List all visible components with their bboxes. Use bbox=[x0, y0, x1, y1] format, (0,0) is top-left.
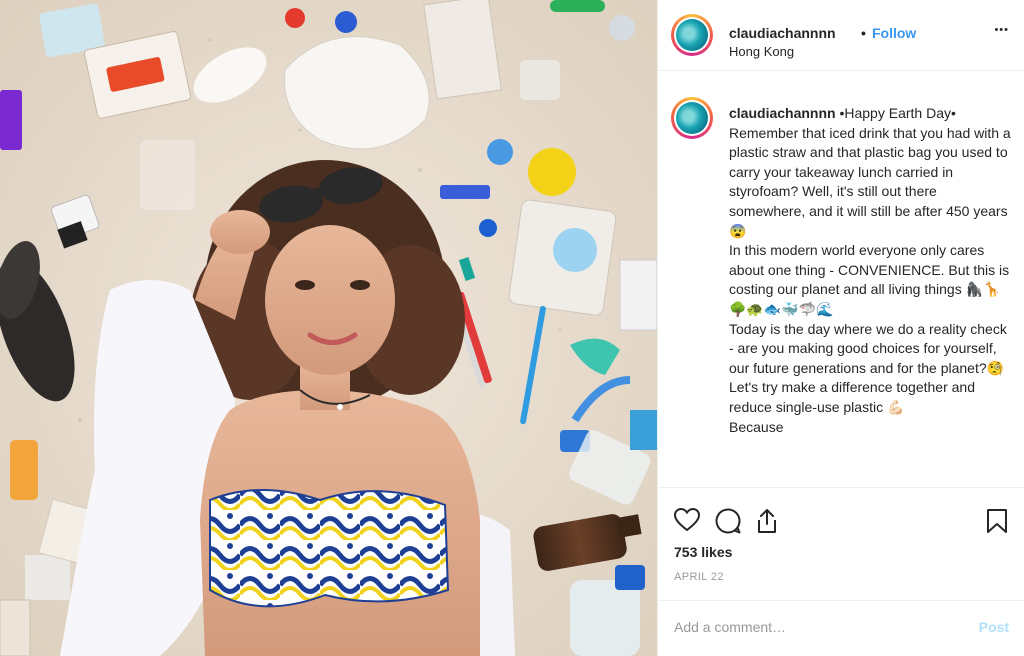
beach-photo-illustration bbox=[0, 0, 657, 656]
avatar[interactable] bbox=[671, 14, 713, 56]
post-button[interactable]: Post bbox=[979, 619, 1009, 635]
follow-button[interactable]: Follow bbox=[872, 25, 916, 41]
share-icon[interactable] bbox=[755, 508, 779, 539]
location-link[interactable]: Hong Kong bbox=[729, 44, 794, 59]
caption-body: •Happy Earth Day• Remember that iced dri… bbox=[729, 105, 1011, 435]
like-count[interactable]: 753 likes bbox=[674, 544, 732, 560]
post-photo[interactable] bbox=[0, 0, 657, 656]
comment-icon[interactable] bbox=[715, 508, 741, 539]
action-bar: 753 likes APRIL 22 bbox=[658, 487, 1024, 600]
heart-icon[interactable] bbox=[673, 507, 701, 537]
post-sidebar: claudiachannnn • Follow Hong Kong ••• cl… bbox=[657, 0, 1024, 656]
avatar-image bbox=[676, 102, 708, 134]
header-separator: • bbox=[861, 25, 866, 41]
comment-input[interactable] bbox=[674, 619, 954, 635]
avatar-image bbox=[676, 19, 708, 51]
instagram-post: claudiachannnn • Follow Hong Kong ••• cl… bbox=[0, 0, 1024, 656]
caption-username[interactable]: claudiachannnn bbox=[729, 105, 836, 121]
post-date[interactable]: APRIL 22 bbox=[674, 571, 724, 583]
comment-box: Post bbox=[658, 600, 1024, 656]
header-username[interactable]: claudiachannnn bbox=[729, 25, 836, 41]
post-header: claudiachannnn • Follow Hong Kong ••• bbox=[658, 0, 1024, 71]
more-options-icon[interactable]: ••• bbox=[994, 24, 1009, 36]
caption-avatar[interactable] bbox=[671, 97, 713, 139]
bookmark-icon[interactable] bbox=[986, 508, 1008, 539]
caption-text: claudiachannnn •Happy Earth Day• Remembe… bbox=[729, 104, 1011, 437]
comments-area: claudiachannnn •Happy Earth Day• Remembe… bbox=[658, 71, 1024, 487]
